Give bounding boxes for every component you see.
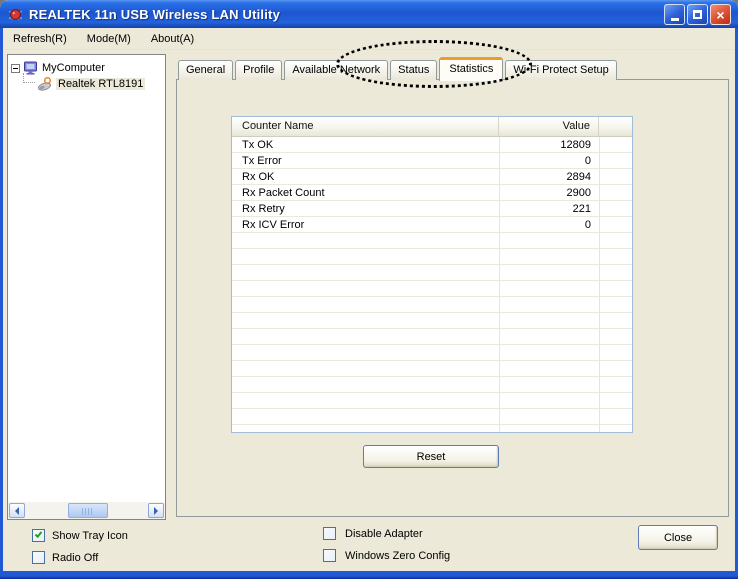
tab-general[interactable]: General xyxy=(178,60,234,80)
column-header-value[interactable]: Value xyxy=(499,117,599,136)
radio-off-label: Radio Off xyxy=(52,552,99,564)
menu-about[interactable]: About(A) xyxy=(149,30,204,48)
scroll-left-button[interactable] xyxy=(9,503,25,518)
checkmark-icon xyxy=(34,530,43,538)
counter-name-cell: Tx OK xyxy=(242,139,274,151)
scrollbar-thumb[interactable] xyxy=(68,503,108,518)
window-title: REALTEK 11n USB Wireless LAN Utility xyxy=(29,6,281,22)
disable-adapter-checkbox[interactable] xyxy=(323,527,336,540)
counter-value-cell: 0 xyxy=(584,219,591,231)
counter-value-cell: 12809 xyxy=(560,139,591,151)
windows-zero-config-label: Windows Zero Config xyxy=(345,550,451,562)
tab-statistics[interactable]: Statistics xyxy=(439,57,504,81)
close-button[interactable]: Close xyxy=(638,525,718,550)
device-tree-panel: MyComputer Realtek RTL8191 xyxy=(7,54,166,520)
table-row: Rx ICV Error 0 xyxy=(232,217,632,233)
minimize-icon xyxy=(670,18,679,21)
window-border-left xyxy=(0,28,3,579)
counter-value-cell: 221 xyxy=(572,203,591,215)
arrow-right-icon xyxy=(154,506,162,515)
reset-button[interactable]: Reset xyxy=(363,445,499,468)
collapse-expander-icon[interactable] xyxy=(11,63,20,73)
table-row: Tx Error 0 xyxy=(232,153,632,169)
column-header-spacer xyxy=(599,117,632,136)
tab-status[interactable]: Status xyxy=(390,60,438,80)
window-border-bottom xyxy=(0,571,738,579)
minimize-button[interactable] xyxy=(664,4,685,25)
title-bar[interactable]: REALTEK 11n USB Wireless LAN Utility × xyxy=(0,0,738,28)
counter-value-cell: 2900 xyxy=(566,187,591,199)
maximize-button[interactable] xyxy=(687,4,708,25)
counter-name-cell: Rx Retry xyxy=(242,203,285,215)
counter-name-cell: Rx ICV Error xyxy=(242,219,305,231)
close-icon: × xyxy=(716,6,725,23)
counter-name-cell: Rx Packet Count xyxy=(242,187,325,199)
table-header-row: Counter Name Value xyxy=(232,117,632,137)
table-row: Rx Retry 221 xyxy=(232,201,632,217)
table-row: Rx OK 2894 xyxy=(232,169,632,185)
table-row: Rx Packet Count 2900 xyxy=(232,185,632,201)
column-header-counter-name[interactable]: Counter Name xyxy=(232,117,499,136)
maximize-icon xyxy=(693,10,702,19)
counters-table: Counter Name Value Tx OK 12809 Tx Error … xyxy=(231,116,633,433)
tab-profile[interactable]: Profile xyxy=(235,60,283,80)
table-body: Tx OK 12809 Tx Error 0 Rx OK 2894 Rx Pac… xyxy=(232,137,632,432)
statistics-tab-page: Counter Name Value Tx OK 12809 Tx Error … xyxy=(176,79,729,517)
scroll-right-button[interactable] xyxy=(148,503,164,518)
tab-strip: General Profile Available Network Status… xyxy=(178,56,619,81)
counter-value-cell: 2894 xyxy=(566,171,591,183)
disable-adapter-label: Disable Adapter xyxy=(345,528,423,540)
tree-node-adapter[interactable]: Realtek RTL8191 xyxy=(34,76,146,92)
counter-name-cell: Tx Error xyxy=(242,155,282,167)
menu-mode[interactable]: Mode(M) xyxy=(85,30,141,48)
tree-node-label: MyComputer xyxy=(42,62,105,74)
radio-off-checkbox[interactable] xyxy=(32,551,45,564)
show-tray-icon-checkbox[interactable] xyxy=(32,529,45,542)
menu-refresh[interactable]: Refresh(R) xyxy=(11,30,77,48)
menu-bar: Refresh(R) Mode(M) About(A) xyxy=(3,28,735,50)
counter-name-cell: Rx OK xyxy=(242,171,275,183)
tab-available-network[interactable]: Available Network xyxy=(284,60,389,80)
show-tray-icon-label: Show Tray Icon xyxy=(52,530,128,542)
tree-horizontal-scrollbar[interactable] xyxy=(8,502,165,519)
table-row: Tx OK 12809 xyxy=(232,137,632,153)
arrow-left-icon xyxy=(11,506,19,515)
windows-zero-config-checkbox[interactable] xyxy=(323,549,336,562)
realtek-logo-icon xyxy=(8,8,23,20)
usb-adapter-icon xyxy=(38,76,52,91)
counter-value-cell: 0 xyxy=(584,155,591,167)
app-window: REALTEK 11n USB Wireless LAN Utility × R… xyxy=(0,0,738,579)
tree-node-label: Realtek RTL8191 xyxy=(56,78,146,90)
close-window-button[interactable]: × xyxy=(710,4,731,25)
tab-wifi-protect-setup[interactable]: Wi-Fi Protect Setup xyxy=(505,60,617,80)
